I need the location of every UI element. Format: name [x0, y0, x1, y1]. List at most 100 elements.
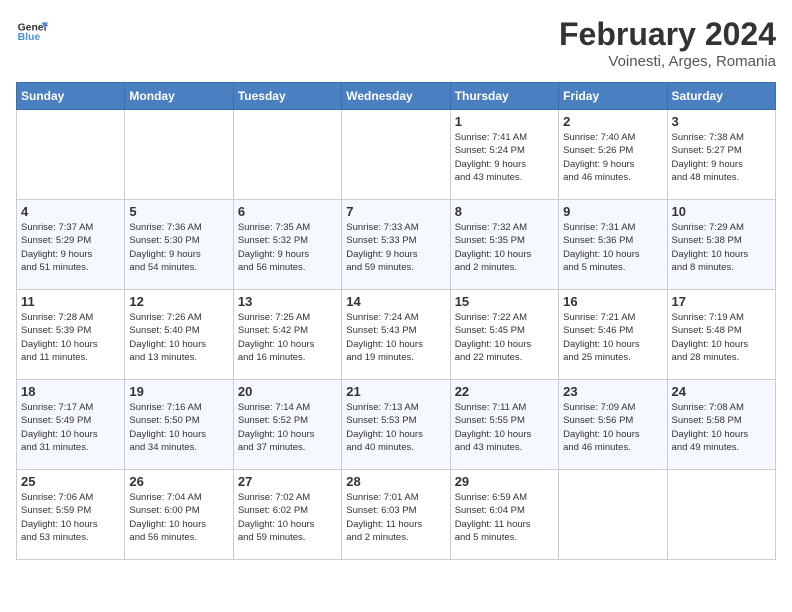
- calendar-cell: 17 Sunrise: 7:19 AM Sunset: 5:48 PM Dayli…: [667, 290, 775, 380]
- calendar-cell: 10 Sunrise: 7:29 AM Sunset: 5:38 PM Dayli…: [667, 200, 775, 290]
- calendar-cell: 12 Sunrise: 7:26 AM Sunset: 5:40 PM Dayli…: [125, 290, 233, 380]
- day-info: Sunrise: 7:17 AM Sunset: 5:49 PM Dayligh…: [21, 401, 120, 454]
- calendar-cell: 24Sunrise: 7:08 AM Sunset: 5:58 PM Dayli…: [667, 380, 775, 470]
- title-area: February 2024 Voinesti, Arges, Romania: [559, 16, 776, 70]
- day-info: Sunrise: 7:22 AM Sunset: 5:45 PM Dayligh…: [455, 311, 554, 364]
- day-info: Sunrise: 7:35 AM Sunset: 5:32 PM Dayligh…: [238, 221, 337, 274]
- calendar-cell: 15 Sunrise: 7:22 AM Sunset: 5:45 PM Dayli…: [450, 290, 558, 380]
- day-number: 23: [563, 384, 662, 399]
- day-number: 16: [563, 294, 662, 309]
- calendar-cell: 3 Sunrise: 7:38 AM Sunset: 5:27 PM Daylig…: [667, 110, 775, 200]
- day-number: 13: [238, 294, 337, 309]
- calendar-cell: 23 Sunrise: 7:09 AM Sunset: 5:56 PM Dayli…: [559, 380, 667, 470]
- calendar-cell: 28 Sunrise: 7:01 AM Sunset: 6:03 PM Dayli…: [342, 470, 450, 560]
- calendar-cell: 1 Sunrise: 7:41 AM Sunset: 5:24 PM Daylig…: [450, 110, 558, 200]
- calendar-cell: 9 Sunrise: 7:31 AM Sunset: 5:36 PM Daylig…: [559, 200, 667, 290]
- day-number: 20: [238, 384, 337, 399]
- day-number: 19: [129, 384, 228, 399]
- day-number: 25: [21, 474, 120, 489]
- weekday-header-row: SundayMondayTuesdayWednesdayThursdayFrid…: [17, 83, 776, 110]
- day-number: 1: [455, 114, 554, 129]
- day-info: Sunrise: 7:32 AM Sunset: 5:35 PM Dayligh…: [455, 221, 554, 274]
- calendar-cell: 26 Sunrise: 7:04 AM Sunset: 6:00 PM Dayli…: [125, 470, 233, 560]
- day-number: 26: [129, 474, 228, 489]
- weekday-header-monday: Monday: [125, 83, 233, 110]
- day-info: Sunrise: 7:01 AM Sunset: 6:03 PM Dayligh…: [346, 491, 445, 544]
- header: General Blue February 2024 Voinesti, Arg…: [16, 16, 776, 70]
- day-info: Sunrise: 7:33 AM Sunset: 5:33 PM Dayligh…: [346, 221, 445, 274]
- day-number: 12: [129, 294, 228, 309]
- calendar-cell: 18 Sunrise: 7:17 AM Sunset: 5:49 PM Dayli…: [17, 380, 125, 470]
- day-info: Sunrise: 7:16 AM Sunset: 5:50 PM Dayligh…: [129, 401, 228, 454]
- day-info: Sunrise: 7:11 AM Sunset: 5:55 PM Dayligh…: [455, 401, 554, 454]
- logo-icon: General Blue: [16, 16, 48, 48]
- calendar-cell: 14 Sunrise: 7:24 AM Sunset: 5:43 PM Dayli…: [342, 290, 450, 380]
- day-info: Sunrise: 7:21 AM Sunset: 5:46 PM Dayligh…: [563, 311, 662, 364]
- day-info: Sunrise: 7:41 AM Sunset: 5:24 PM Dayligh…: [455, 131, 554, 184]
- calendar-cell: 25 Sunrise: 7:06 AM Sunset: 5:59 PM Dayli…: [17, 470, 125, 560]
- calendar-cell: 8 Sunrise: 7:32 AM Sunset: 5:35 PM Daylig…: [450, 200, 558, 290]
- week-row-4: 18 Sunrise: 7:17 AM Sunset: 5:49 PM Dayli…: [17, 380, 776, 470]
- day-number: 3: [672, 114, 771, 129]
- day-number: 11: [21, 294, 120, 309]
- subtitle: Voinesti, Arges, Romania: [559, 53, 776, 70]
- calendar-cell: 27 Sunrise: 7:02 AM Sunset: 6:02 PM Dayli…: [233, 470, 341, 560]
- day-number: 27: [238, 474, 337, 489]
- day-info: Sunrise: 7:37 AM Sunset: 5:29 PM Dayligh…: [21, 221, 120, 274]
- day-info: Sunrise: 7:24 AM Sunset: 5:43 PM Dayligh…: [346, 311, 445, 364]
- day-number: 2: [563, 114, 662, 129]
- day-info: Sunrise: 7:31 AM Sunset: 5:36 PM Dayligh…: [563, 221, 662, 274]
- week-row-1: 1 Sunrise: 7:41 AM Sunset: 5:24 PM Daylig…: [17, 110, 776, 200]
- calendar-cell: [342, 110, 450, 200]
- calendar-cell: [17, 110, 125, 200]
- day-info: Sunrise: 7:08 AM Sunset: 5:58 PM Dayligh…: [672, 401, 771, 454]
- calendar-cell: 21Sunrise: 7:13 AM Sunset: 5:53 PM Dayli…: [342, 380, 450, 470]
- calendar-cell: [125, 110, 233, 200]
- week-row-2: 4 Sunrise: 7:37 AM Sunset: 5:29 PM Daylig…: [17, 200, 776, 290]
- day-number: 5: [129, 204, 228, 219]
- day-info: Sunrise: 7:19 AM Sunset: 5:48 PM Dayligh…: [672, 311, 771, 364]
- calendar-cell: 2 Sunrise: 7:40 AM Sunset: 5:26 PM Daylig…: [559, 110, 667, 200]
- day-number: 15: [455, 294, 554, 309]
- day-number: 10: [672, 204, 771, 219]
- day-info: Sunrise: 7:38 AM Sunset: 5:27 PM Dayligh…: [672, 131, 771, 184]
- week-row-3: 11 Sunrise: 7:28 AM Sunset: 5:39 PM Dayli…: [17, 290, 776, 380]
- weekday-header-saturday: Saturday: [667, 83, 775, 110]
- calendar-cell: 19 Sunrise: 7:16 AM Sunset: 5:50 PM Dayli…: [125, 380, 233, 470]
- calendar-cell: 29 Sunrise: 6:59 AM Sunset: 6:04 PM Dayli…: [450, 470, 558, 560]
- day-info: Sunrise: 7:09 AM Sunset: 5:56 PM Dayligh…: [563, 401, 662, 454]
- calendar-cell: 11 Sunrise: 7:28 AM Sunset: 5:39 PM Dayli…: [17, 290, 125, 380]
- svg-text:Blue: Blue: [18, 32, 41, 43]
- weekday-header-friday: Friday: [559, 83, 667, 110]
- day-info: Sunrise: 7:40 AM Sunset: 5:26 PM Dayligh…: [563, 131, 662, 184]
- day-number: 28: [346, 474, 445, 489]
- day-info: Sunrise: 7:29 AM Sunset: 5:38 PM Dayligh…: [672, 221, 771, 274]
- day-number: 18: [21, 384, 120, 399]
- day-info: Sunrise: 7:06 AM Sunset: 5:59 PM Dayligh…: [21, 491, 120, 544]
- day-number: 4: [21, 204, 120, 219]
- calendar-cell: 16 Sunrise: 7:21 AM Sunset: 5:46 PM Dayli…: [559, 290, 667, 380]
- day-info: Sunrise: 7:14 AM Sunset: 5:52 PM Dayligh…: [238, 401, 337, 454]
- day-info: Sunrise: 7:04 AM Sunset: 6:00 PM Dayligh…: [129, 491, 228, 544]
- day-info: Sunrise: 7:02 AM Sunset: 6:02 PM Dayligh…: [238, 491, 337, 544]
- calendar-cell: [559, 470, 667, 560]
- day-number: 6: [238, 204, 337, 219]
- day-info: Sunrise: 7:26 AM Sunset: 5:40 PM Dayligh…: [129, 311, 228, 364]
- calendar-cell: [233, 110, 341, 200]
- day-info: Sunrise: 7:28 AM Sunset: 5:39 PM Dayligh…: [21, 311, 120, 364]
- day-number: 17: [672, 294, 771, 309]
- day-info: Sunrise: 7:25 AM Sunset: 5:42 PM Dayligh…: [238, 311, 337, 364]
- calendar-cell: 5Sunrise: 7:36 AM Sunset: 5:30 PM Daylig…: [125, 200, 233, 290]
- logo: General Blue: [16, 16, 48, 48]
- day-info: Sunrise: 7:13 AM Sunset: 5:53 PM Dayligh…: [346, 401, 445, 454]
- calendar-cell: 7Sunrise: 7:33 AM Sunset: 5:33 PM Daylig…: [342, 200, 450, 290]
- day-number: 9: [563, 204, 662, 219]
- day-info: Sunrise: 6:59 AM Sunset: 6:04 PM Dayligh…: [455, 491, 554, 544]
- day-number: 29: [455, 474, 554, 489]
- day-number: 8: [455, 204, 554, 219]
- calendar-cell: [667, 470, 775, 560]
- calendar-cell: 20 Sunrise: 7:14 AM Sunset: 5:52 PM Dayli…: [233, 380, 341, 470]
- day-number: 14: [346, 294, 445, 309]
- calendar-cell: 13 Sunrise: 7:25 AM Sunset: 5:42 PM Dayli…: [233, 290, 341, 380]
- calendar-cell: 22Sunrise: 7:11 AM Sunset: 5:55 PM Dayli…: [450, 380, 558, 470]
